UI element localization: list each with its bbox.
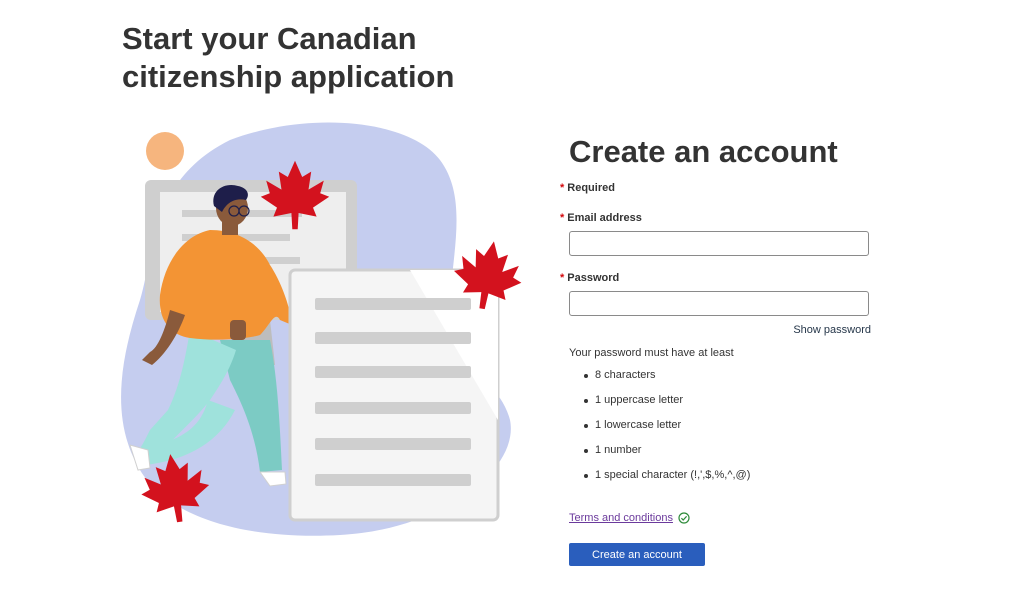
password-requirements-list: 8 characters 1 uppercase letter 1 lowerc…	[569, 363, 750, 488]
password-label-text: Password	[567, 272, 620, 284]
password-field[interactable]	[569, 291, 869, 316]
password-label: * Password	[560, 272, 619, 284]
list-item: 1 number	[569, 438, 750, 463]
required-star: *	[560, 212, 565, 224]
required-star: *	[560, 182, 565, 194]
hero-illustration	[121, 122, 522, 536]
required-note-text: Required	[567, 182, 615, 194]
email-field[interactable]	[569, 231, 869, 256]
show-password-link[interactable]: Show password	[793, 324, 871, 336]
create-account-form: Create an account * Required * Email addre…	[560, 130, 880, 566]
email-label: * Email address	[560, 212, 642, 224]
list-item: 1 uppercase letter	[569, 388, 750, 413]
sun-circle	[146, 132, 184, 170]
list-item: 8 characters	[569, 363, 750, 388]
form-title: Create an account	[569, 134, 838, 169]
check-circle-icon	[678, 512, 690, 524]
password-requirements-intro: Your password must have at least	[569, 347, 734, 359]
terms-row: Terms and conditions	[569, 512, 690, 524]
citizenship-illustration	[110, 120, 530, 550]
required-star: *	[560, 272, 565, 284]
list-item: 1 lowercase letter	[569, 413, 750, 438]
terms-and-conditions-link[interactable]: Terms and conditions	[569, 512, 673, 524]
create-account-button[interactable]: Create an account	[569, 543, 705, 566]
required-note: * Required	[560, 182, 615, 194]
list-item: 1 special character (!,',$,%,^,@)	[569, 463, 750, 488]
email-label-text: Email address	[567, 212, 642, 224]
page-title: Start your Canadian citizenship applicat…	[122, 21, 455, 94]
